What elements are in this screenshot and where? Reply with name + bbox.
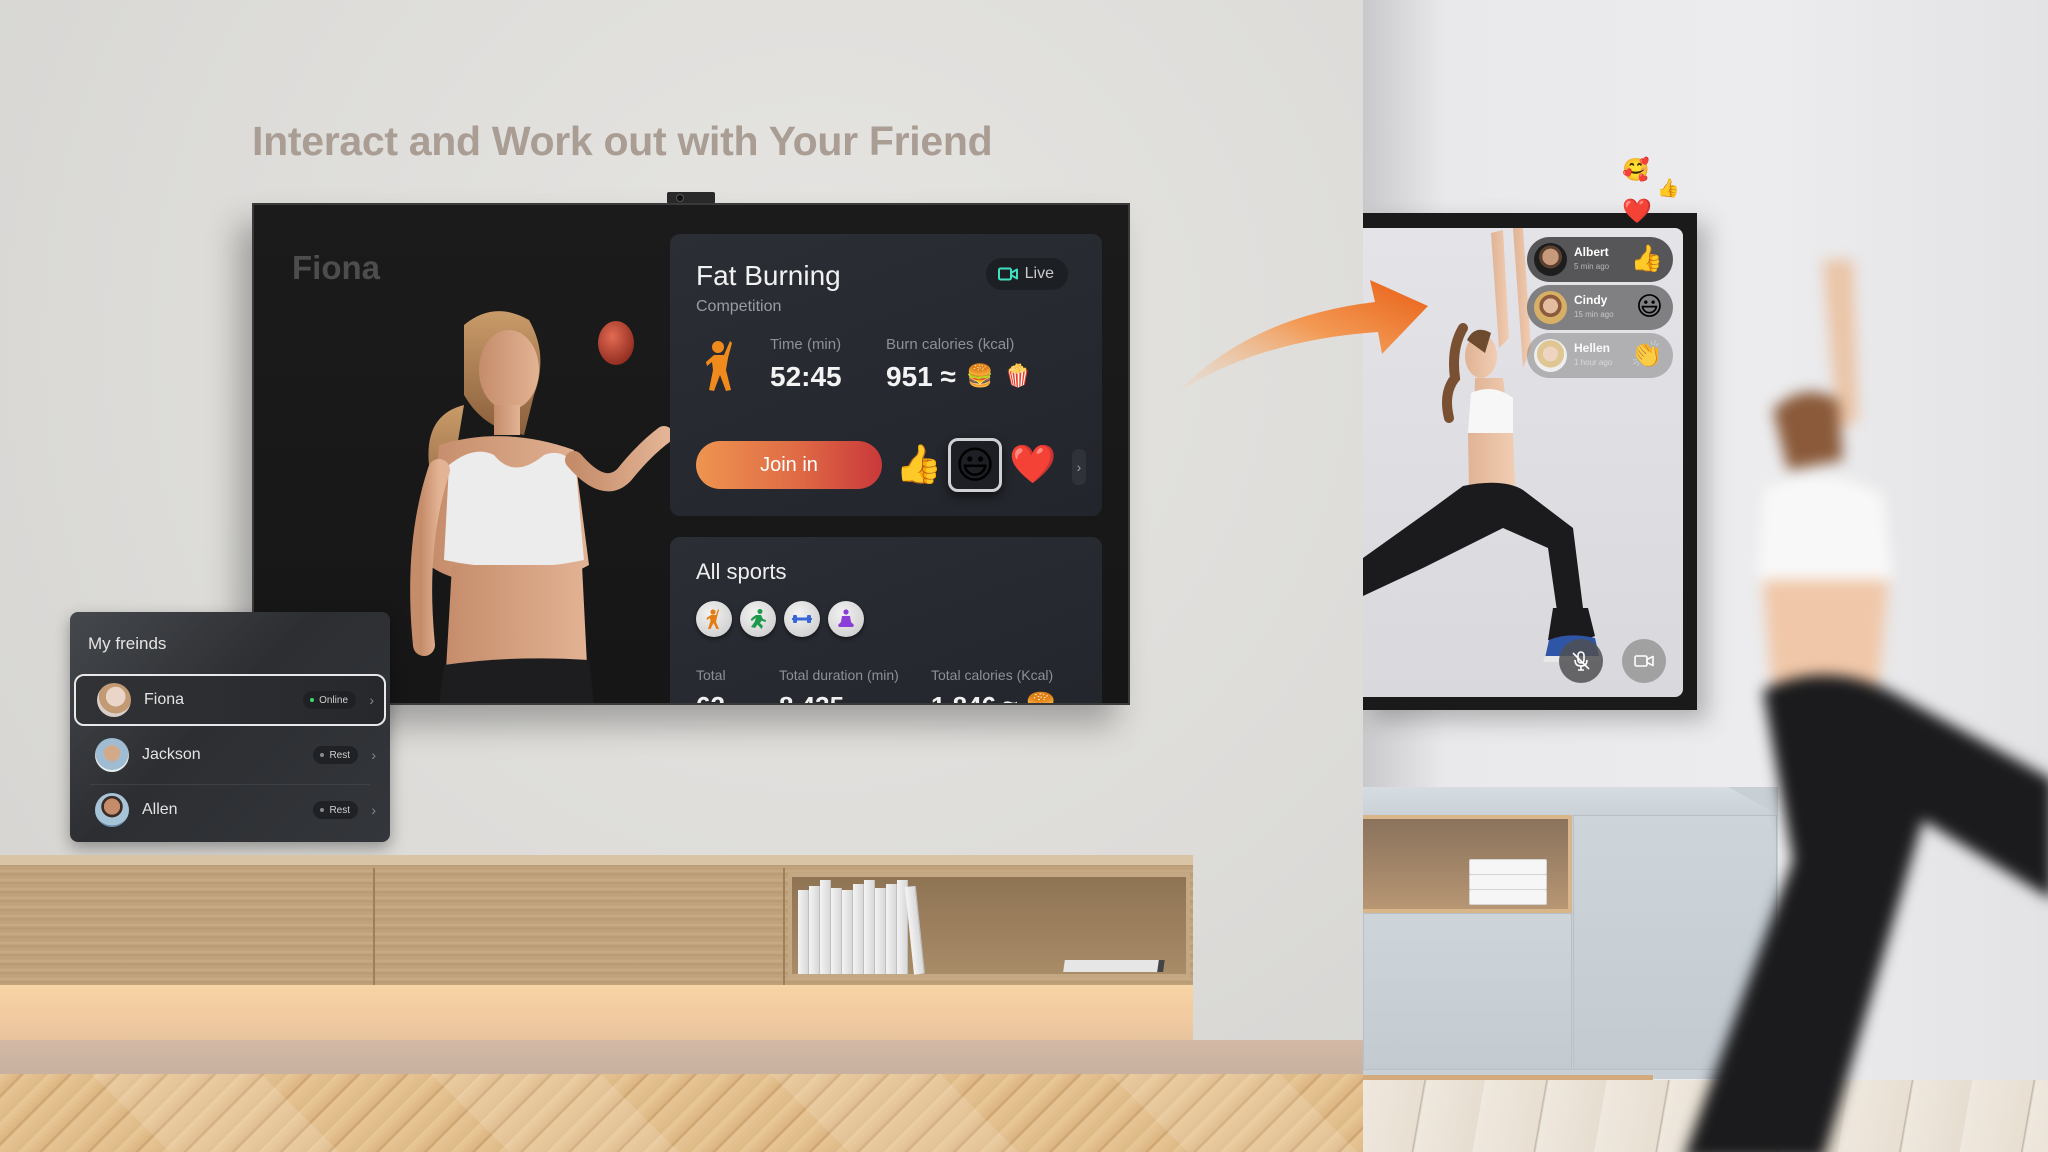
book bbox=[875, 888, 886, 974]
book bbox=[831, 888, 842, 974]
avatar bbox=[1534, 339, 1567, 372]
flow-arrow-icon bbox=[1178, 280, 1428, 392]
workout-title: Fat Burning bbox=[696, 260, 841, 291]
friend-name: Jackson bbox=[142, 746, 201, 763]
blurred-person-foreground bbox=[1685, 260, 2048, 1152]
heart-emoji: ❤️ bbox=[1622, 198, 1652, 225]
avatar bbox=[1534, 243, 1567, 276]
total-calories-value: 1,846 ≈ 🍔 bbox=[931, 691, 1057, 703]
cabinet-divider bbox=[373, 868, 375, 985]
open-shelf bbox=[788, 873, 1190, 978]
total-calories-label: Total calories (Kcal) bbox=[931, 667, 1054, 683]
running-icon[interactable] bbox=[740, 601, 776, 637]
reaction-smiley-selected[interactable]: 😃 bbox=[948, 438, 1002, 492]
time-value: 52:45 bbox=[770, 361, 842, 392]
cabinet-top bbox=[0, 855, 1193, 865]
book bbox=[1469, 874, 1547, 890]
total-duration-label: Total duration (min) bbox=[779, 667, 899, 683]
avatar bbox=[95, 738, 129, 772]
reaction-time: 15 min ago bbox=[1574, 310, 1614, 319]
status-text: Rest bbox=[329, 804, 350, 816]
calories-value: 951 ≈ bbox=[886, 361, 956, 392]
total-label: Total bbox=[696, 667, 726, 683]
online-dot-icon bbox=[310, 698, 315, 702]
status-badge: Rest bbox=[313, 801, 358, 819]
friend-row-fiona[interactable]: Fiona Online › bbox=[74, 674, 386, 726]
status-text: Online bbox=[319, 694, 348, 706]
book bbox=[853, 884, 864, 974]
total-value: 62 bbox=[696, 691, 725, 703]
book bbox=[842, 890, 853, 974]
page-headline: Interact and Work out with Your Friend bbox=[252, 118, 993, 164]
book bbox=[864, 880, 875, 974]
microphone-off-icon bbox=[1572, 651, 1590, 671]
status-badge: Online bbox=[303, 691, 356, 709]
time-label: Time (min) bbox=[770, 336, 842, 353]
friend-name: Allen bbox=[142, 801, 178, 818]
fiona-video-feed bbox=[410, 311, 673, 703]
all-sports-title: All sports bbox=[696, 559, 787, 584]
yoga-icon[interactable] bbox=[828, 601, 864, 637]
all-sports-card: All sports Total 62 bbox=[670, 537, 1102, 703]
chevron-right-icon: › bbox=[371, 747, 376, 763]
friend-row-allen[interactable]: Allen Rest › bbox=[74, 784, 386, 836]
friends-title: My freinds bbox=[88, 634, 167, 653]
chevron-right-icon[interactable]: › bbox=[1072, 449, 1086, 485]
living-room-scene: Interact and Work out with Your Friend F… bbox=[0, 0, 1363, 1152]
floor-pattern bbox=[0, 1074, 1363, 1152]
join-in-button[interactable]: Join in bbox=[696, 441, 882, 489]
wall-base bbox=[0, 1040, 1363, 1074]
book bbox=[1469, 859, 1547, 875]
mute-microphone-button[interactable] bbox=[1559, 639, 1603, 683]
rest-dot-icon bbox=[320, 808, 325, 812]
notebook bbox=[1063, 960, 1165, 972]
status-badge: Rest bbox=[313, 746, 358, 764]
reaction-user-name: Albert bbox=[1574, 245, 1609, 259]
dumbbell-icon[interactable] bbox=[784, 601, 820, 637]
friend-name: Fiona bbox=[144, 691, 185, 708]
reaction-time: 1 hour ago bbox=[1574, 358, 1613, 367]
burger-icon: 🍔 bbox=[966, 363, 994, 388]
sideboard-cubby bbox=[1363, 815, 1572, 913]
sideboard-door bbox=[1363, 913, 1572, 1070]
book bbox=[809, 886, 820, 974]
led-light-strip bbox=[0, 985, 1193, 1040]
smiling-hearts-emoji: 🥰 bbox=[1622, 157, 1650, 182]
reaction-heart[interactable]: ❤️ bbox=[1006, 438, 1060, 492]
avatar bbox=[1534, 291, 1567, 324]
avatar bbox=[97, 683, 131, 717]
calories-label: Burn calories (kcal) bbox=[886, 336, 1015, 353]
workout-card: Fat Burning Competition Live Time (min) … bbox=[670, 234, 1102, 516]
reaction-user-name: Hellen bbox=[1574, 341, 1611, 355]
video-call-scene: Albert 5 min ago 👍 Cindy 15 min ago 😃 He… bbox=[1363, 0, 2048, 1152]
live-badge[interactable]: Live bbox=[985, 258, 1068, 290]
chevron-right-icon: › bbox=[369, 692, 374, 708]
thumbs-up-emoji: 👍 bbox=[1657, 178, 1680, 198]
rest-dot-icon bbox=[320, 753, 325, 757]
reaction-thumbs-up[interactable]: 👍 bbox=[892, 438, 946, 492]
popcorn-icon: 🍿 bbox=[1004, 363, 1032, 388]
avatar bbox=[95, 793, 129, 827]
video-camera-icon bbox=[997, 267, 1018, 281]
book bbox=[886, 884, 897, 974]
exercise-icon[interactable] bbox=[696, 601, 732, 637]
book bbox=[820, 880, 831, 974]
friend-row-jackson[interactable]: Jackson Rest › bbox=[74, 729, 386, 781]
live-label: Live bbox=[1024, 265, 1054, 282]
book bbox=[1469, 889, 1547, 905]
sport-icons bbox=[696, 601, 864, 637]
total-duration-value: 8,435 bbox=[779, 691, 844, 703]
reaction-time: 5 min ago bbox=[1574, 262, 1610, 271]
friends-panel: My freinds Fiona Online › Jackson Rest ›… bbox=[70, 612, 390, 842]
book bbox=[798, 890, 809, 974]
reaction-user-name: Cindy bbox=[1574, 293, 1608, 307]
cabinet-divider bbox=[783, 868, 785, 985]
person-exercising-icon bbox=[706, 341, 732, 391]
chevron-right-icon: › bbox=[371, 802, 376, 818]
workout-subtitle: Competition bbox=[696, 298, 782, 315]
status-text: Rest bbox=[329, 749, 350, 761]
